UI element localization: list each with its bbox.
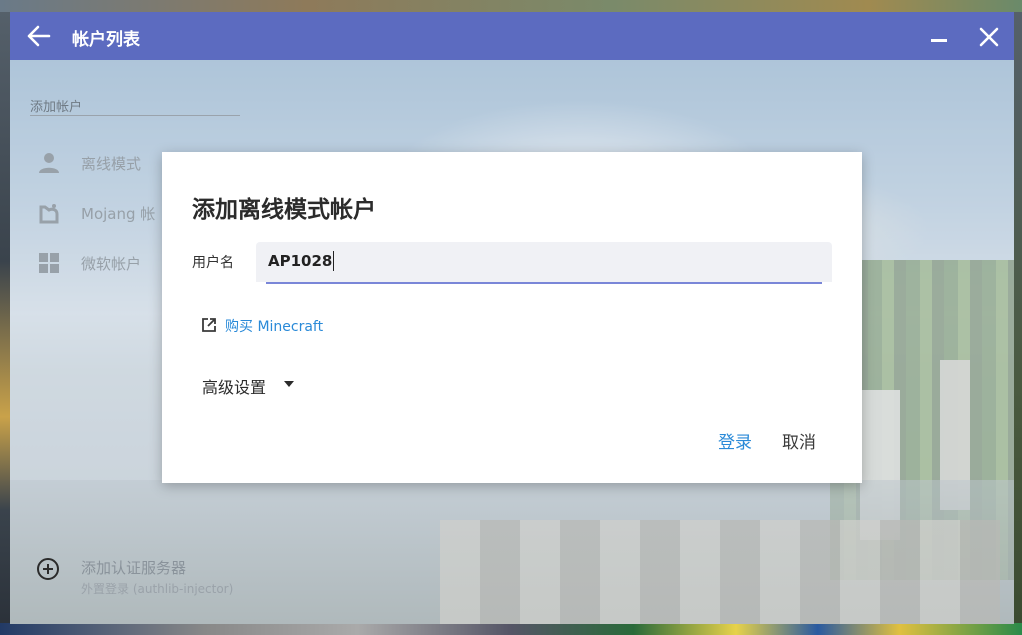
minimize-icon — [931, 39, 947, 42]
arrow-left-icon — [27, 25, 51, 47]
sidebar-item-label: Mojang 帐 — [81, 205, 156, 223]
mojang-icon — [39, 204, 59, 224]
windows-icon — [39, 253, 59, 273]
username-underline — [266, 282, 822, 284]
advanced-settings-label: 高级设置 — [202, 378, 267, 397]
window-title: 帐户列表 — [72, 30, 140, 50]
close-icon — [979, 27, 999, 47]
add-account-header: 添加帐户 — [30, 100, 83, 115]
desktop-strip-right — [1014, 12, 1022, 635]
sidebar-item-label: 离线模式 — [81, 155, 142, 173]
buy-minecraft-label: 购买 Minecraft — [225, 319, 324, 335]
auth-server-label: 添加认证服务器 — [81, 559, 187, 577]
text-caret — [333, 251, 334, 271]
auth-server-sublabel: 外置登录 (authlib-injector) — [81, 582, 234, 596]
login-button[interactable]: 登录 — [714, 426, 756, 455]
title-bar: 帐户列表 — [10, 12, 1014, 60]
caret-down-icon — [284, 381, 294, 387]
sidebar-item-label: 微软帐户 — [81, 255, 142, 273]
minimize-button[interactable] — [928, 26, 950, 48]
external-link-icon — [202, 318, 216, 332]
desktop-strip-top — [0, 0, 1022, 12]
add-circle-icon — [37, 558, 59, 580]
person-icon — [39, 153, 59, 173]
username-field[interactable]: AP1028 — [256, 242, 832, 282]
add-offline-account-dialog: 添加离线模式帐户 用户名 AP1028 购买 Minecraft 高级设置 登录… — [162, 152, 862, 483]
cancel-button[interactable]: 取消 — [778, 426, 820, 455]
add-auth-server-button[interactable]: 添加认证服务器 外置登录 (authlib-injector) — [10, 550, 270, 604]
advanced-settings-toggle[interactable]: 高级设置 — [202, 374, 294, 398]
username-value: AP1028 — [268, 252, 333, 270]
username-label: 用户名 — [192, 255, 234, 271]
close-button[interactable] — [976, 24, 1002, 50]
desktop-strip-left — [0, 12, 10, 635]
desktop-strip-bottom — [0, 623, 1022, 635]
dialog-title: 添加离线模式帐户 — [192, 197, 376, 223]
divider — [30, 115, 240, 116]
back-button[interactable] — [26, 24, 54, 48]
